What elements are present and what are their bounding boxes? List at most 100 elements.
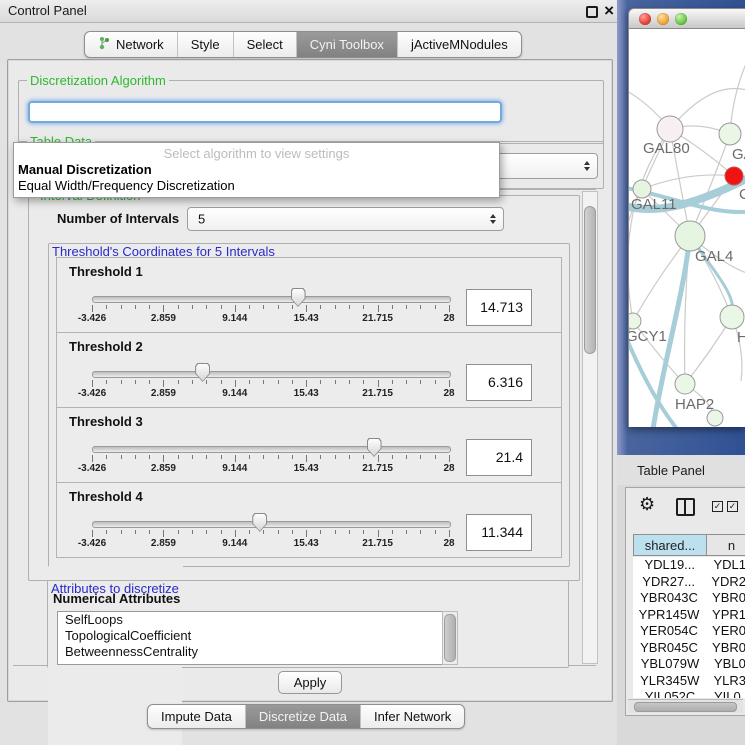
network-window-titlebar[interactable] xyxy=(628,8,745,29)
dropdown-option-manual-discretization[interactable]: Manual Discretization xyxy=(18,162,152,177)
cell-name[interactable]: YDR2 xyxy=(704,574,745,591)
slider-ruler-icon xyxy=(92,305,449,313)
spinner-arrows-icon[interactable] xyxy=(490,214,496,224)
column-header-name[interactable]: n xyxy=(707,534,745,556)
spinner-arrows-icon[interactable] xyxy=(584,161,590,171)
network-node[interactable] xyxy=(719,123,741,145)
gear-icon[interactable]: ⚙ xyxy=(639,495,655,513)
tick-label: 21.715 xyxy=(362,463,393,474)
threshold-slider-track[interactable] xyxy=(92,371,451,378)
cell-name[interactable]: YDL1 xyxy=(706,557,745,574)
network-node[interactable] xyxy=(629,313,641,329)
column-header-shared-name[interactable]: shared... xyxy=(633,534,707,556)
attribute-list-item[interactable]: SelfLoops xyxy=(58,612,443,628)
numerical-attributes-list[interactable]: SelfLoopsTopologicalCoefficientBetweenne… xyxy=(57,611,444,665)
tick-label: 15.43 xyxy=(294,388,319,399)
tab-cyni-toolbox[interactable]: Cyni Toolbox xyxy=(297,32,398,57)
tab-jactivemnodules[interactable]: jActiveMNodules xyxy=(398,32,521,57)
control-panel: Control Panel × NetworkStyleSelectCyni T… xyxy=(0,0,617,745)
threshold-value-field[interactable]: 11.344 xyxy=(466,514,532,551)
close-traffic-light-icon[interactable] xyxy=(639,13,651,25)
network-node-label: GA xyxy=(732,146,745,163)
threshold-value-field[interactable]: 6.316 xyxy=(466,364,532,401)
tick-label: 9.144 xyxy=(222,313,247,324)
tab-select[interactable]: Select xyxy=(234,32,297,57)
float-window-icon[interactable] xyxy=(586,6,598,18)
cell-shared-name[interactable]: YBR043C xyxy=(633,590,705,607)
cell-shared-name[interactable]: YIL052C xyxy=(633,689,707,698)
threshold-slider-track[interactable] xyxy=(92,446,451,453)
cell-name[interactable]: YBL0 xyxy=(707,656,745,673)
cell-shared-name[interactable]: YBR045C xyxy=(633,640,705,657)
table-panel-titlebar: Table Panel xyxy=(617,455,745,485)
table-row[interactable]: YBR043CYBR0 xyxy=(633,590,745,607)
network-view-window: GAL80GACGAL11GAL4GCY1HHAP2 xyxy=(628,8,745,427)
cell-shared-name[interactable]: YDL19... xyxy=(633,557,706,574)
tick-label: 2.859 xyxy=(151,313,176,324)
cell-shared-name[interactable]: YBL079W xyxy=(633,656,707,673)
tick-label: 28 xyxy=(443,388,454,399)
cell-shared-name[interactable]: YER054C xyxy=(633,623,705,640)
threshold-value-field[interactable]: 21.4 xyxy=(466,439,532,476)
table-row[interactable]: YPR145WYPR1 xyxy=(633,607,745,624)
scrollbar-thumb[interactable] xyxy=(444,614,456,662)
tab-style[interactable]: Style xyxy=(178,32,234,57)
tab-infer-network[interactable]: Infer Network xyxy=(361,705,464,728)
columns-icon[interactable] xyxy=(676,498,695,516)
checkbox-icon[interactable]: ✓ xyxy=(712,501,723,512)
cell-name[interactable]: YBR0 xyxy=(705,590,745,607)
zoom-traffic-light-icon[interactable] xyxy=(675,13,687,25)
network-node[interactable] xyxy=(675,221,705,251)
attribute-list-item[interactable]: BetweennessCentrality xyxy=(58,644,443,660)
cell-name[interactable]: YIL0 xyxy=(707,689,741,698)
cell-name[interactable]: YPR1 xyxy=(705,607,745,624)
table-row[interactable]: YLR345WYLR3 xyxy=(633,673,745,690)
tick-label: 21.715 xyxy=(362,538,393,549)
table-row[interactable]: YIL052CYIL0 xyxy=(633,689,745,698)
algorithm-combobox[interactable] xyxy=(28,101,502,123)
cell-shared-name[interactable]: YDR27... xyxy=(633,574,704,591)
network-node[interactable] xyxy=(675,374,695,394)
settings-vertical-scrollbar[interactable] xyxy=(582,191,598,664)
dropdown-option-equal-width-frequency[interactable]: Equal Width/Frequency Discretization xyxy=(18,178,235,193)
network-node[interactable] xyxy=(720,305,744,329)
minimize-traffic-light-icon[interactable] xyxy=(657,13,669,25)
table-row[interactable]: YBL079WYBL0 xyxy=(633,656,745,673)
network-node-label: GCY1 xyxy=(629,328,667,345)
threshold-label: Threshold 2 xyxy=(69,339,143,354)
network-node[interactable] xyxy=(725,167,743,185)
attribute-list-item[interactable]: TopologicalCoefficient xyxy=(58,628,443,644)
attributes-list-scrollbar[interactable] xyxy=(442,611,458,665)
network-edge xyxy=(690,134,730,236)
tab-impute-data[interactable]: Impute Data xyxy=(148,705,246,728)
network-node-label: HAP2 xyxy=(675,396,714,413)
cell-name[interactable]: YER0 xyxy=(705,623,745,640)
threshold-value-field[interactable]: 14.713 xyxy=(466,289,532,326)
group-title: Discretization Algorithm xyxy=(27,73,169,88)
table-panel-body: ⚙ ✓ ✓ shared... n YDL19...YDL1YDR27...YD… xyxy=(625,487,745,716)
tick-label: 2.859 xyxy=(151,538,176,549)
scrollbar-thumb[interactable] xyxy=(634,702,737,712)
apply-button[interactable]: Apply xyxy=(278,671,342,694)
number-of-intervals-spinner[interactable]: 5 xyxy=(187,207,504,231)
threshold-slider-track[interactable] xyxy=(92,296,451,303)
tab-network[interactable]: Network xyxy=(85,32,178,57)
scrollbar-thumb[interactable] xyxy=(584,206,596,354)
cell-shared-name[interactable]: YLR345W xyxy=(633,673,706,690)
network-node[interactable] xyxy=(657,116,683,142)
tab-label: Network xyxy=(116,37,164,52)
threshold-slider-track[interactable] xyxy=(92,521,451,528)
table-horizontal-scrollbar[interactable] xyxy=(628,699,743,713)
table-row[interactable]: YBR045CYBR0 xyxy=(633,640,745,657)
table-row[interactable]: YER054CYER0 xyxy=(633,623,745,640)
network-canvas[interactable]: GAL80GACGAL11GAL4GCY1HHAP2 xyxy=(628,29,745,427)
cell-name[interactable]: YLR3 xyxy=(706,673,745,690)
table-row[interactable]: YDL19...YDL1 xyxy=(633,557,745,574)
close-icon[interactable]: × xyxy=(604,0,614,22)
tab-discretize-data[interactable]: Discretize Data xyxy=(246,705,361,728)
cell-shared-name[interactable]: YPR145W xyxy=(633,607,705,624)
cell-name[interactable]: YBR0 xyxy=(705,640,745,657)
table-row[interactable]: YDR27...YDR2 xyxy=(633,574,745,591)
checkbox-icon[interactable]: ✓ xyxy=(727,501,738,512)
dropdown-placeholder: Select algorithm to view settings xyxy=(14,146,499,161)
